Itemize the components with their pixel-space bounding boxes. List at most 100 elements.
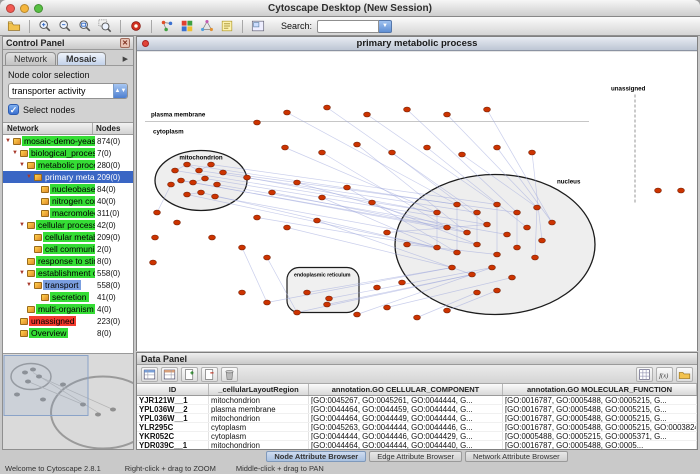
- tree-expander-icon[interactable]: ▼: [5, 135, 13, 147]
- graph-node[interactable]: [464, 230, 471, 235]
- tab-network[interactable]: Network: [5, 52, 56, 65]
- search-dropdown-icon[interactable]: ▼: [379, 20, 392, 33]
- column-header[interactable]: annotation.GO MOLECULAR_FUNCTION: [503, 384, 697, 395]
- tree-row[interactable]: ▼primary metabolic process209(0): [3, 171, 133, 183]
- tree-header-nodes[interactable]: Nodes: [93, 123, 133, 134]
- select-attributes-icon[interactable]: [141, 367, 158, 382]
- graph-node[interactable]: [168, 182, 175, 187]
- graph-node[interactable]: [184, 192, 191, 197]
- graph-node[interactable]: [282, 145, 289, 150]
- graph-node[interactable]: [284, 225, 291, 230]
- graph-node[interactable]: [220, 170, 227, 175]
- table-row[interactable]: YPL036W__2plasma membrane[GO:0044464, GO…: [137, 405, 697, 414]
- graph-node[interactable]: [239, 290, 246, 295]
- mosaic-icon[interactable]: [178, 18, 196, 34]
- tree-row[interactable]: ▼cell communication2(0): [3, 243, 133, 255]
- new-attribute-icon[interactable]: [181, 367, 198, 382]
- graph-node[interactable]: [678, 188, 685, 193]
- graph-node[interactable]: [208, 162, 215, 167]
- graph-node[interactable]: [209, 235, 216, 240]
- annotation-icon[interactable]: [218, 18, 236, 34]
- graph-node[interactable]: [514, 210, 521, 215]
- graph-node[interactable]: [264, 300, 271, 305]
- tab-scroll-right-button[interactable]: ▶: [120, 53, 131, 65]
- graph-node[interactable]: [196, 168, 203, 173]
- overview-icon[interactable]: [249, 18, 267, 34]
- birdseye-view[interactable]: [3, 353, 133, 449]
- graph-node[interactable]: [294, 310, 301, 315]
- graph-node[interactable]: [354, 312, 361, 317]
- graph-node[interactable]: [524, 225, 531, 230]
- graph-node[interactable]: [539, 238, 546, 243]
- graph-node[interactable]: [504, 232, 511, 237]
- close-view-button[interactable]: [142, 40, 149, 47]
- graph-node[interactable]: [364, 112, 371, 117]
- graph-node[interactable]: [174, 220, 181, 225]
- matrix-icon[interactable]: [636, 367, 653, 382]
- tree-expander-icon[interactable]: ▼: [26, 171, 34, 183]
- graph-node[interactable]: [178, 178, 185, 183]
- import-attributes-icon[interactable]: [676, 367, 693, 382]
- graph-node[interactable]: [549, 220, 556, 225]
- minimize-window-button[interactable]: [20, 4, 29, 13]
- zoom-region-icon[interactable]: [96, 18, 114, 34]
- tree-expander-icon[interactable]: ▼: [19, 267, 27, 279]
- graph-node[interactable]: [459, 152, 466, 157]
- table-row[interactable]: YPL036W__1mitochondrion[GO:0044464, GO:0…: [137, 414, 697, 423]
- tree-expander-icon[interactable]: ▼: [19, 159, 27, 171]
- tree-row[interactable]: ▼transport558(0): [3, 279, 133, 291]
- graph-node[interactable]: [326, 296, 333, 301]
- graph-node[interactable]: [150, 260, 157, 265]
- zoom-window-button[interactable]: [34, 4, 43, 13]
- graph-node[interactable]: [444, 308, 451, 313]
- graph-node[interactable]: [269, 190, 276, 195]
- graph-node[interactable]: [529, 150, 536, 155]
- graph-node[interactable]: [369, 200, 376, 205]
- graph-node[interactable]: [489, 265, 496, 270]
- graph-node[interactable]: [474, 242, 481, 247]
- graph-node[interactable]: [424, 145, 431, 150]
- graph-node[interactable]: [239, 245, 246, 250]
- tree-row[interactable]: ▼nucleobase metabolic proc84(0): [3, 183, 133, 195]
- tree-expander-icon[interactable]: ▼: [26, 279, 34, 291]
- tree-row[interactable]: ▼unassigned223(0): [3, 315, 133, 327]
- graph-node[interactable]: [344, 185, 351, 190]
- graph-node[interactable]: [399, 280, 406, 285]
- graph-node[interactable]: [494, 145, 501, 150]
- tree-row[interactable]: ▼cellular metabolic proces209(0): [3, 231, 133, 243]
- graph-node[interactable]: [152, 235, 159, 240]
- window-titlebar[interactable]: Cytoscape Desktop (New Session): [0, 0, 700, 17]
- graph-node[interactable]: [184, 162, 191, 167]
- graph-node[interactable]: [198, 190, 205, 195]
- tree-row[interactable]: ▼nitrogen compound metab40(0): [3, 195, 133, 207]
- tree-row[interactable]: ▼macromolecule metabolic311(0): [3, 207, 133, 219]
- graph-node[interactable]: [354, 142, 361, 147]
- graph-node[interactable]: [484, 107, 491, 112]
- tree-row[interactable]: ▼cellular process42(0): [3, 219, 133, 231]
- graph-node[interactable]: [532, 255, 539, 260]
- graph-node[interactable]: [254, 215, 261, 220]
- graph-node[interactable]: [190, 180, 197, 185]
- graph-node[interactable]: [384, 230, 391, 235]
- graph-node[interactable]: [444, 112, 451, 117]
- tree-row[interactable]: ▼metabolic process280(0): [3, 159, 133, 171]
- graph-node[interactable]: [244, 175, 251, 180]
- tab-network-attribute-browser[interactable]: Network Attribute Browser: [465, 451, 568, 462]
- graph-node[interactable]: [384, 305, 391, 310]
- network-icon[interactable]: [158, 18, 176, 34]
- tree-row[interactable]: ▼multi-organism process4(0): [3, 303, 133, 315]
- trash-icon[interactable]: [221, 367, 238, 382]
- layout-icon[interactable]: [198, 18, 216, 34]
- graph-node[interactable]: [509, 275, 516, 280]
- tree-expander-icon[interactable]: ▼: [19, 219, 27, 231]
- graph-node[interactable]: [474, 210, 481, 215]
- tab-mosaic[interactable]: Mosaic: [57, 52, 106, 65]
- network-view-titlebar[interactable]: primary metabolic process: [137, 37, 697, 51]
- zoom-fit-icon[interactable]: [76, 18, 94, 34]
- table-row[interactable]: YKR052Ccytoplasm[GO:0044444, GO:0044446,…: [137, 432, 697, 441]
- graph-node[interactable]: [212, 194, 219, 199]
- graph-node[interactable]: [484, 222, 491, 227]
- delete-attribute-icon[interactable]: [201, 367, 218, 382]
- graph-node[interactable]: [655, 188, 662, 193]
- network-canvas[interactable]: plasma membranecytoplasmmitochondrionnuc…: [137, 52, 697, 351]
